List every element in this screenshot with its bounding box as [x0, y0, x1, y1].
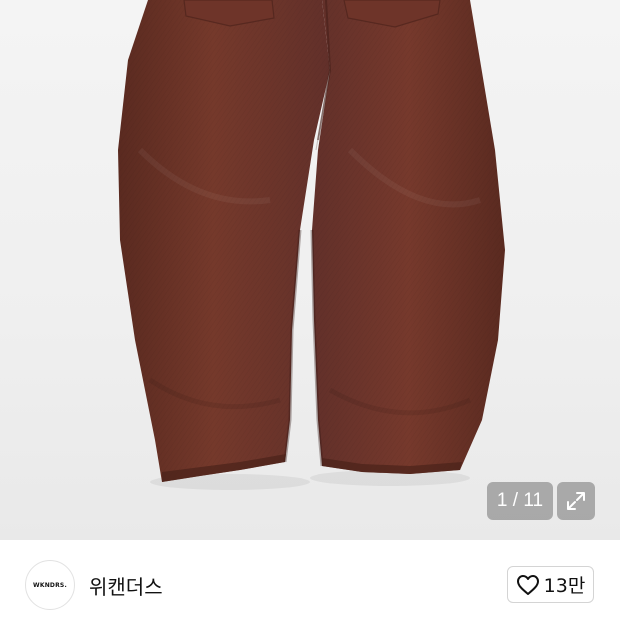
fullscreen-button[interactable] [557, 482, 595, 520]
seller-logo[interactable]: WKNDRS. [25, 560, 75, 610]
seller-logo-text: WKNDRS. [33, 581, 67, 589]
heart-icon [516, 574, 539, 595]
image-counter: 1 / 11 [487, 482, 553, 520]
like-button[interactable]: 13만 [507, 566, 594, 603]
seller-name[interactable]: 위캔더스 [89, 571, 163, 600]
product-image [118, 0, 505, 490]
like-count: 13만 [543, 575, 586, 597]
expand-icon [567, 492, 585, 510]
product-image-gallery[interactable]: 1 / 11 [0, 0, 620, 540]
